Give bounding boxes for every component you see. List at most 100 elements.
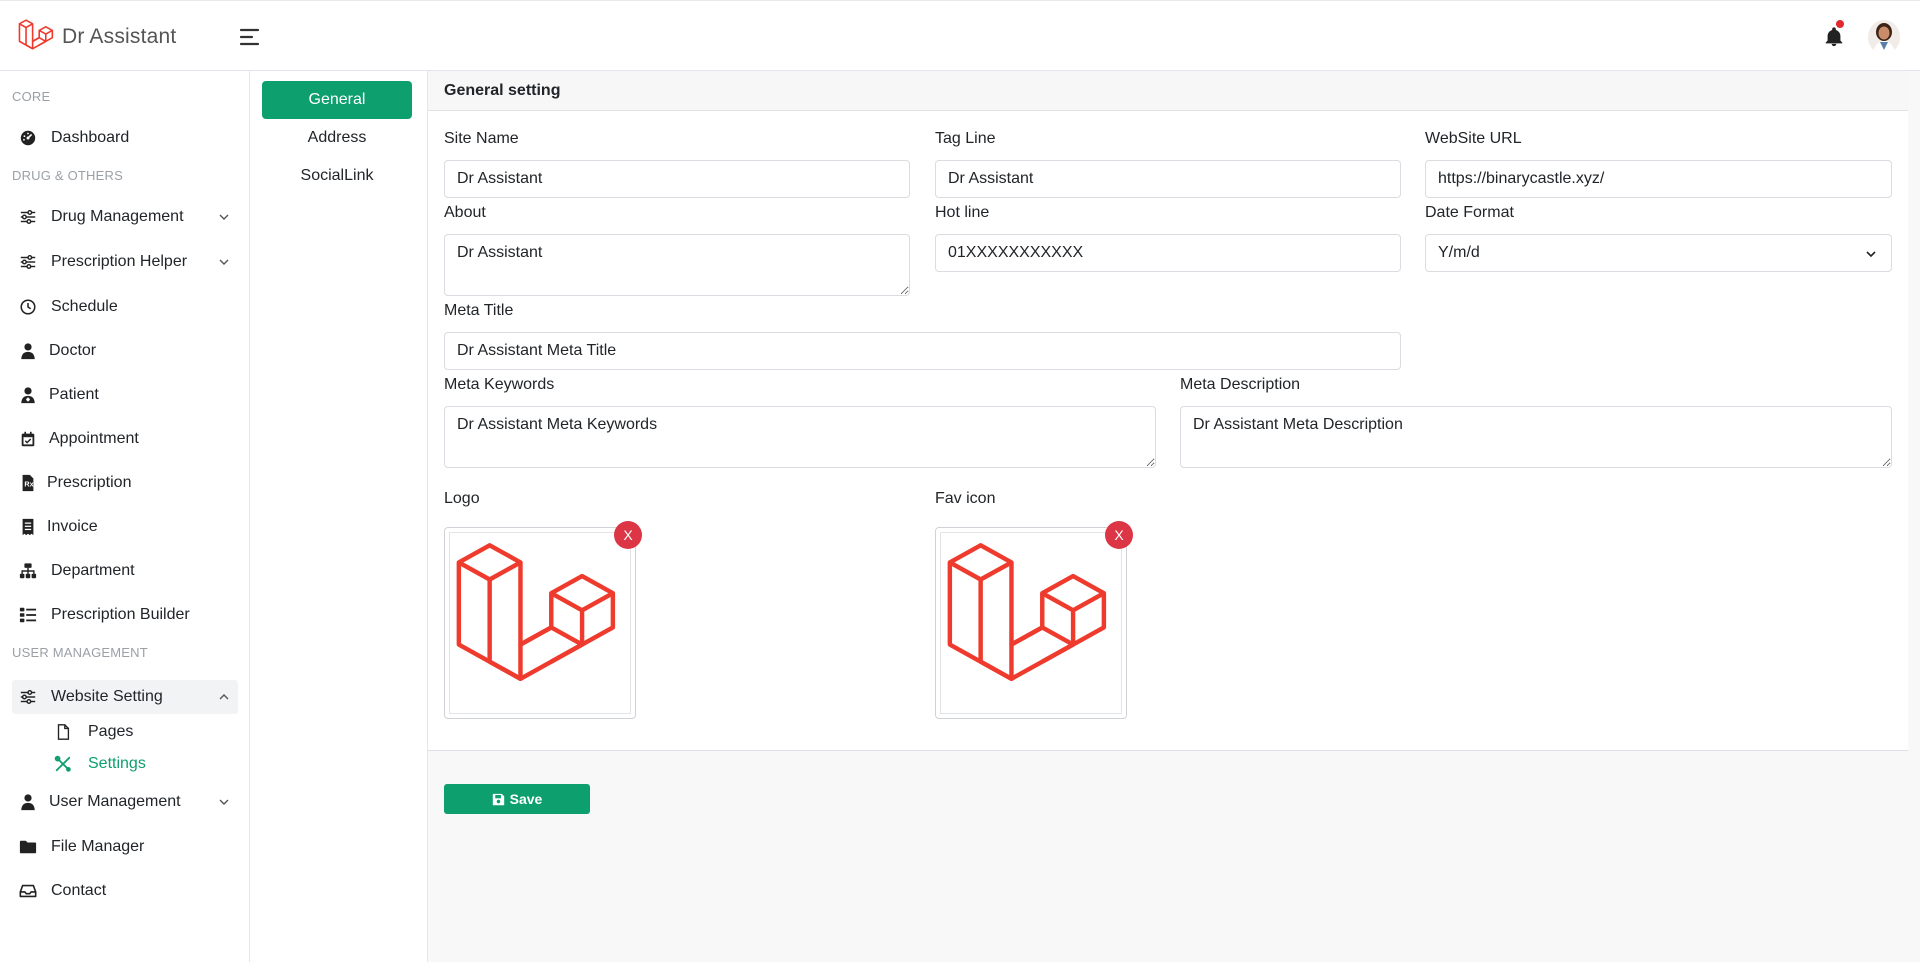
doctor-icon xyxy=(21,343,35,360)
svg-text:Rx: Rx xyxy=(24,480,33,489)
sidebar-item-label: Appointment xyxy=(49,430,139,447)
sidebar-item-file-manager[interactable]: File Manager xyxy=(12,830,238,864)
meta-keywords-label: Meta Keywords xyxy=(444,376,555,393)
dashboard-icon xyxy=(20,130,36,146)
card-header: General setting xyxy=(428,71,1908,111)
chevron-down-icon xyxy=(219,799,229,805)
sidebar-item-appointment[interactable]: Appointment xyxy=(12,422,238,456)
sidebar-heading-user: USER MANAGEMENT xyxy=(12,645,148,660)
tag-line-input[interactable] xyxy=(935,160,1401,198)
tab-address[interactable]: Address xyxy=(262,119,412,157)
sidebar-item-label: Prescription Helper xyxy=(51,253,188,270)
tools-icon xyxy=(54,755,71,772)
sidebar-item-label: File Manager xyxy=(51,838,145,855)
sidebar-item-doctor[interactable]: Doctor xyxy=(12,334,238,368)
top-navbar: Dr Assistant xyxy=(0,0,1920,71)
sidebar-item-label: Patient xyxy=(49,386,99,403)
save-icon xyxy=(492,793,504,805)
fav-icon-preview[interactable] xyxy=(935,527,1127,719)
sidebar-item-contact[interactable]: Contact xyxy=(12,874,238,908)
sidebar-item-label: Pages xyxy=(88,723,134,740)
calendar-check-icon xyxy=(21,431,35,447)
date-format-label: Date Format xyxy=(1425,204,1514,221)
sidebar-item-label: Department xyxy=(51,562,135,579)
bell-icon[interactable] xyxy=(1823,25,1845,49)
sidebar-item-label: Schedule xyxy=(51,298,118,315)
user-icon xyxy=(21,794,35,811)
avatar-icon xyxy=(1868,20,1900,54)
chevron-down-icon xyxy=(219,259,229,265)
clock-icon xyxy=(20,299,36,315)
settings-tabs: General Address SocialLink xyxy=(250,71,428,969)
sidebar-item-user-management[interactable]: User Management xyxy=(12,785,238,819)
sidebar-item-prescription-builder[interactable]: Prescription Builder xyxy=(12,598,238,632)
sidebar-item-invoice[interactable]: Invoice xyxy=(12,510,238,544)
meta-description-textarea[interactable]: Dr Assistant Meta Description xyxy=(1180,406,1892,468)
site-name-input[interactable] xyxy=(444,160,910,198)
sliders-icon xyxy=(20,689,36,705)
sidebar-item-label: Prescription Builder xyxy=(51,606,190,623)
remove-logo-button[interactable]: X xyxy=(614,521,642,549)
laravel-logo-icon xyxy=(456,543,616,681)
patient-icon xyxy=(21,387,35,404)
sidebar-item-prescription[interactable]: Rx Prescription xyxy=(12,466,238,500)
date-format-select[interactable]: Y/m/d xyxy=(1425,234,1892,272)
tab-social-link[interactable]: SocialLink xyxy=(262,157,412,195)
notification-badge xyxy=(1836,20,1844,28)
sidebar-item-label: Settings xyxy=(88,755,146,772)
file-icon xyxy=(57,724,70,740)
sidebar-item-label: User Management xyxy=(49,793,181,810)
sidebar-item-prescription-helper[interactable]: Prescription Helper xyxy=(12,245,238,279)
sidebar-item-dashboard[interactable]: Dashboard xyxy=(12,121,238,155)
sidebar-subitem-settings[interactable]: Settings xyxy=(54,751,146,777)
sidebar-item-label: Doctor xyxy=(49,342,97,359)
save-button[interactable]: Save xyxy=(444,784,590,814)
website-url-input[interactable] xyxy=(1425,160,1892,198)
brand-name: Dr Assistant xyxy=(62,25,177,48)
meta-description-label: Meta Description xyxy=(1180,376,1301,393)
sidebar-item-patient[interactable]: Patient xyxy=(12,378,238,412)
meta-title-input[interactable] xyxy=(444,332,1401,370)
chevron-down-icon xyxy=(219,214,229,220)
tab-general[interactable]: General xyxy=(262,81,412,119)
inbox-icon xyxy=(19,884,37,898)
hot-line-input[interactable] xyxy=(935,234,1401,272)
hot-line-label: Hot line xyxy=(935,204,990,221)
sidebar-item-label: Prescription xyxy=(47,474,132,491)
file-prescription-icon: Rx xyxy=(22,474,34,492)
tag-line-label: Tag Line xyxy=(935,130,996,147)
sidebar-item-department[interactable]: Department xyxy=(12,554,238,588)
hamburger-icon[interactable] xyxy=(238,25,262,49)
sidebar-item-label: Dashboard xyxy=(51,129,130,146)
folder-icon xyxy=(19,840,37,854)
sliders-icon xyxy=(20,209,36,225)
meta-title-label: Meta Title xyxy=(444,302,514,319)
sidebar-item-schedule[interactable]: Schedule xyxy=(12,290,238,324)
chevron-down-icon xyxy=(1866,251,1876,258)
logo-label: Logo xyxy=(444,490,480,507)
sidebar: CORE Dashboard DRUG & OTHERS Drug Manage… xyxy=(0,71,250,969)
meta-keywords-textarea[interactable]: Dr Assistant Meta Keywords xyxy=(444,406,1156,468)
sidebar-item-drug-management[interactable]: Drug Management xyxy=(12,200,238,234)
fav-icon-label: Fav icon xyxy=(935,490,996,507)
sidebar-item-label: Invoice xyxy=(47,518,98,535)
sidebar-item-label: Contact xyxy=(51,882,107,899)
site-name-label: Site Name xyxy=(444,130,519,147)
sidebar-item-website-setting[interactable]: Website Setting xyxy=(12,680,238,714)
sidebar-heading-drug: DRUG & OTHERS xyxy=(12,168,123,183)
general-setting-card: General setting Site Name Tag Line WebSi… xyxy=(428,71,1908,751)
date-format-value: Y/m/d xyxy=(1438,244,1480,261)
user-avatar[interactable] xyxy=(1868,20,1900,54)
sidebar-item-label: Website Setting xyxy=(51,688,163,705)
sidebar-subitem-pages[interactable]: Pages xyxy=(54,719,133,745)
brand[interactable]: Dr Assistant xyxy=(18,17,176,57)
window-bottom-edge xyxy=(0,962,1920,969)
about-textarea[interactable]: Dr Assistant xyxy=(444,234,910,296)
save-label: Save xyxy=(509,791,543,807)
main-content: General setting Site Name Tag Line WebSi… xyxy=(428,71,1920,969)
tasks-icon xyxy=(19,607,37,623)
logo-preview[interactable] xyxy=(444,527,636,719)
website-url-label: WebSite URL xyxy=(1425,130,1522,147)
about-label: About xyxy=(444,204,486,221)
remove-fav-icon-button[interactable]: X xyxy=(1105,521,1133,549)
